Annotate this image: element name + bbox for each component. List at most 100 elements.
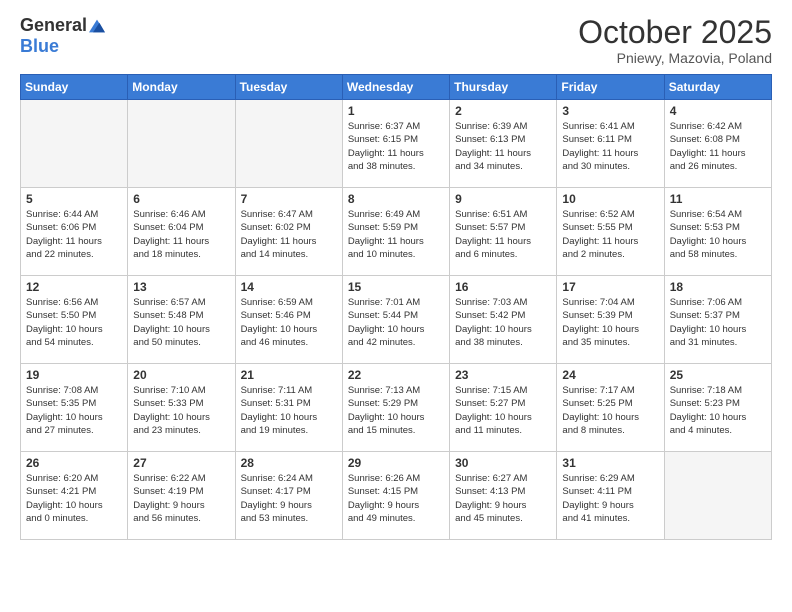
calendar-cell: 5 Sunrise: 6:44 AM Sunset: 6:06 PM Daylig… [21, 188, 128, 276]
logo-icon [89, 18, 105, 34]
day-number: 30 [455, 456, 551, 470]
day-number: 13 [133, 280, 229, 294]
week-row-1: 1Sunrise: 6:37 AM Sunset: 6:15 PM Daylig… [21, 100, 772, 188]
day-number: 3 [562, 104, 658, 118]
day-number: 28 [241, 456, 337, 470]
day-number: 29 [348, 456, 444, 470]
calendar-cell: 18 Sunrise: 7:06 AM Sunset: 5:37 PM Dayli… [664, 276, 771, 364]
day-info: Sunrise: 6:22 AM Sunset: 4:19 PM Dayligh… [133, 472, 229, 525]
week-row-3: 12 Sunrise: 6:56 AM Sunset: 5:50 PM Dayli… [21, 276, 772, 364]
day-number: 31 [562, 456, 658, 470]
day-info: Sunrise: 6:49 AM Sunset: 5:59 PM Dayligh… [348, 208, 444, 261]
day-number: 11 [670, 192, 766, 206]
day-info: Sunrise: 7:01 AM Sunset: 5:44 PM Dayligh… [348, 296, 444, 349]
page: General Blue October 2025 Pniewy, Mazovi… [0, 0, 792, 612]
calendar-cell: 21 Sunrise: 7:11 AM Sunset: 5:31 PM Dayli… [235, 364, 342, 452]
logo-blue-text: Blue [20, 36, 59, 57]
day-number: 7 [241, 192, 337, 206]
calendar-cell: 8 Sunrise: 6:49 AM Sunset: 5:59 PM Daylig… [342, 188, 449, 276]
day-info: Sunrise: 6:41 AM Sunset: 6:11 PM Dayligh… [562, 120, 658, 173]
day-number: 25 [670, 368, 766, 382]
day-number: 23 [455, 368, 551, 382]
day-info: Sunrise: 6:27 AM Sunset: 4:13 PM Dayligh… [455, 472, 551, 525]
day-info: Sunrise: 6:51 AM Sunset: 5:57 PM Dayligh… [455, 208, 551, 261]
day-info: Sunrise: 6:54 AM Sunset: 5:53 PM Dayligh… [670, 208, 766, 261]
day-info: Sunrise: 7:18 AM Sunset: 5:23 PM Dayligh… [670, 384, 766, 437]
day-number: 9 [455, 192, 551, 206]
day-info: Sunrise: 7:04 AM Sunset: 5:39 PM Dayligh… [562, 296, 658, 349]
day-info: Sunrise: 7:08 AM Sunset: 5:35 PM Dayligh… [26, 384, 122, 437]
day-info: Sunrise: 6:29 AM Sunset: 4:11 PM Dayligh… [562, 472, 658, 525]
calendar-cell: 26Sunrise: 6:20 AM Sunset: 4:21 PM Dayli… [21, 452, 128, 540]
day-number: 1 [348, 104, 444, 118]
calendar-cell: 12 Sunrise: 6:56 AM Sunset: 5:50 PM Dayli… [21, 276, 128, 364]
calendar-cell: 27Sunrise: 6:22 AM Sunset: 4:19 PM Dayli… [128, 452, 235, 540]
calendar-cell: 14 Sunrise: 6:59 AM Sunset: 5:46 PM Dayli… [235, 276, 342, 364]
location: Pniewy, Mazovia, Poland [578, 50, 772, 66]
day-info: Sunrise: 7:15 AM Sunset: 5:27 PM Dayligh… [455, 384, 551, 437]
calendar-cell: 13 Sunrise: 6:57 AM Sunset: 5:48 PM Dayli… [128, 276, 235, 364]
calendar-cell: 31 Sunrise: 6:29 AM Sunset: 4:11 PM Dayli… [557, 452, 664, 540]
day-info: Sunrise: 6:56 AM Sunset: 5:50 PM Dayligh… [26, 296, 122, 349]
calendar-cell: 11 Sunrise: 6:54 AM Sunset: 5:53 PM Dayli… [664, 188, 771, 276]
day-number: 20 [133, 368, 229, 382]
day-number: 10 [562, 192, 658, 206]
day-number: 14 [241, 280, 337, 294]
calendar-cell: 16Sunrise: 7:03 AM Sunset: 5:42 PM Dayli… [450, 276, 557, 364]
day-number: 5 [26, 192, 122, 206]
calendar-cell: 2Sunrise: 6:39 AM Sunset: 6:13 PM Daylig… [450, 100, 557, 188]
calendar-cell: 6 Sunrise: 6:46 AM Sunset: 6:04 PM Daylig… [128, 188, 235, 276]
day-number: 19 [26, 368, 122, 382]
day-info: Sunrise: 7:10 AM Sunset: 5:33 PM Dayligh… [133, 384, 229, 437]
day-info: Sunrise: 7:13 AM Sunset: 5:29 PM Dayligh… [348, 384, 444, 437]
day-info: Sunrise: 7:06 AM Sunset: 5:37 PM Dayligh… [670, 296, 766, 349]
day-info: Sunrise: 6:24 AM Sunset: 4:17 PM Dayligh… [241, 472, 337, 525]
day-info: Sunrise: 6:44 AM Sunset: 6:06 PM Dayligh… [26, 208, 122, 261]
header-friday: Friday [557, 75, 664, 100]
day-info: Sunrise: 6:52 AM Sunset: 5:55 PM Dayligh… [562, 208, 658, 261]
day-number: 22 [348, 368, 444, 382]
week-row-2: 5 Sunrise: 6:44 AM Sunset: 6:06 PM Daylig… [21, 188, 772, 276]
day-info: Sunrise: 7:11 AM Sunset: 5:31 PM Dayligh… [241, 384, 337, 437]
day-info: Sunrise: 6:59 AM Sunset: 5:46 PM Dayligh… [241, 296, 337, 349]
day-info: Sunrise: 6:39 AM Sunset: 6:13 PM Dayligh… [455, 120, 551, 173]
logo: General Blue [20, 15, 105, 57]
day-number: 24 [562, 368, 658, 382]
calendar-cell: 25 Sunrise: 7:18 AM Sunset: 5:23 PM Dayli… [664, 364, 771, 452]
header-wednesday: Wednesday [342, 75, 449, 100]
day-info: Sunrise: 6:57 AM Sunset: 5:48 PM Dayligh… [133, 296, 229, 349]
day-number: 8 [348, 192, 444, 206]
calendar-cell: 4Sunrise: 6:42 AM Sunset: 6:08 PM Daylig… [664, 100, 771, 188]
calendar-cell: 9 Sunrise: 6:51 AM Sunset: 5:57 PM Daylig… [450, 188, 557, 276]
calendar-cell: 10 Sunrise: 6:52 AM Sunset: 5:55 PM Dayli… [557, 188, 664, 276]
calendar-cell [664, 452, 771, 540]
day-number: 17 [562, 280, 658, 294]
calendar-cell: 30 Sunrise: 6:27 AM Sunset: 4:13 PM Dayli… [450, 452, 557, 540]
calendar-cell: 24 Sunrise: 7:17 AM Sunset: 5:25 PM Dayli… [557, 364, 664, 452]
day-info: Sunrise: 6:46 AM Sunset: 6:04 PM Dayligh… [133, 208, 229, 261]
day-number: 21 [241, 368, 337, 382]
header-sunday: Sunday [21, 75, 128, 100]
calendar-table: Sunday Monday Tuesday Wednesday Thursday… [20, 74, 772, 540]
day-number: 12 [26, 280, 122, 294]
calendar-cell [235, 100, 342, 188]
header-monday: Monday [128, 75, 235, 100]
week-row-4: 19 Sunrise: 7:08 AM Sunset: 5:35 PM Dayli… [21, 364, 772, 452]
calendar-cell: 3 Sunrise: 6:41 AM Sunset: 6:11 PM Daylig… [557, 100, 664, 188]
week-row-5: 26Sunrise: 6:20 AM Sunset: 4:21 PM Dayli… [21, 452, 772, 540]
day-number: 6 [133, 192, 229, 206]
logo-text: General [20, 15, 105, 36]
day-number: 15 [348, 280, 444, 294]
day-number: 26 [26, 456, 122, 470]
calendar-cell: 20 Sunrise: 7:10 AM Sunset: 5:33 PM Dayli… [128, 364, 235, 452]
calendar-cell: 29Sunrise: 6:26 AM Sunset: 4:15 PM Dayli… [342, 452, 449, 540]
day-info: Sunrise: 7:17 AM Sunset: 5:25 PM Dayligh… [562, 384, 658, 437]
calendar-cell: 1Sunrise: 6:37 AM Sunset: 6:15 PM Daylig… [342, 100, 449, 188]
day-info: Sunrise: 7:03 AM Sunset: 5:42 PM Dayligh… [455, 296, 551, 349]
day-info: Sunrise: 6:47 AM Sunset: 6:02 PM Dayligh… [241, 208, 337, 261]
calendar-cell: 23 Sunrise: 7:15 AM Sunset: 5:27 PM Dayli… [450, 364, 557, 452]
calendar-cell: 22 Sunrise: 7:13 AM Sunset: 5:29 PM Dayli… [342, 364, 449, 452]
calendar-cell: 7 Sunrise: 6:47 AM Sunset: 6:02 PM Daylig… [235, 188, 342, 276]
day-number: 18 [670, 280, 766, 294]
calendar-cell: 15 Sunrise: 7:01 AM Sunset: 5:44 PM Dayli… [342, 276, 449, 364]
